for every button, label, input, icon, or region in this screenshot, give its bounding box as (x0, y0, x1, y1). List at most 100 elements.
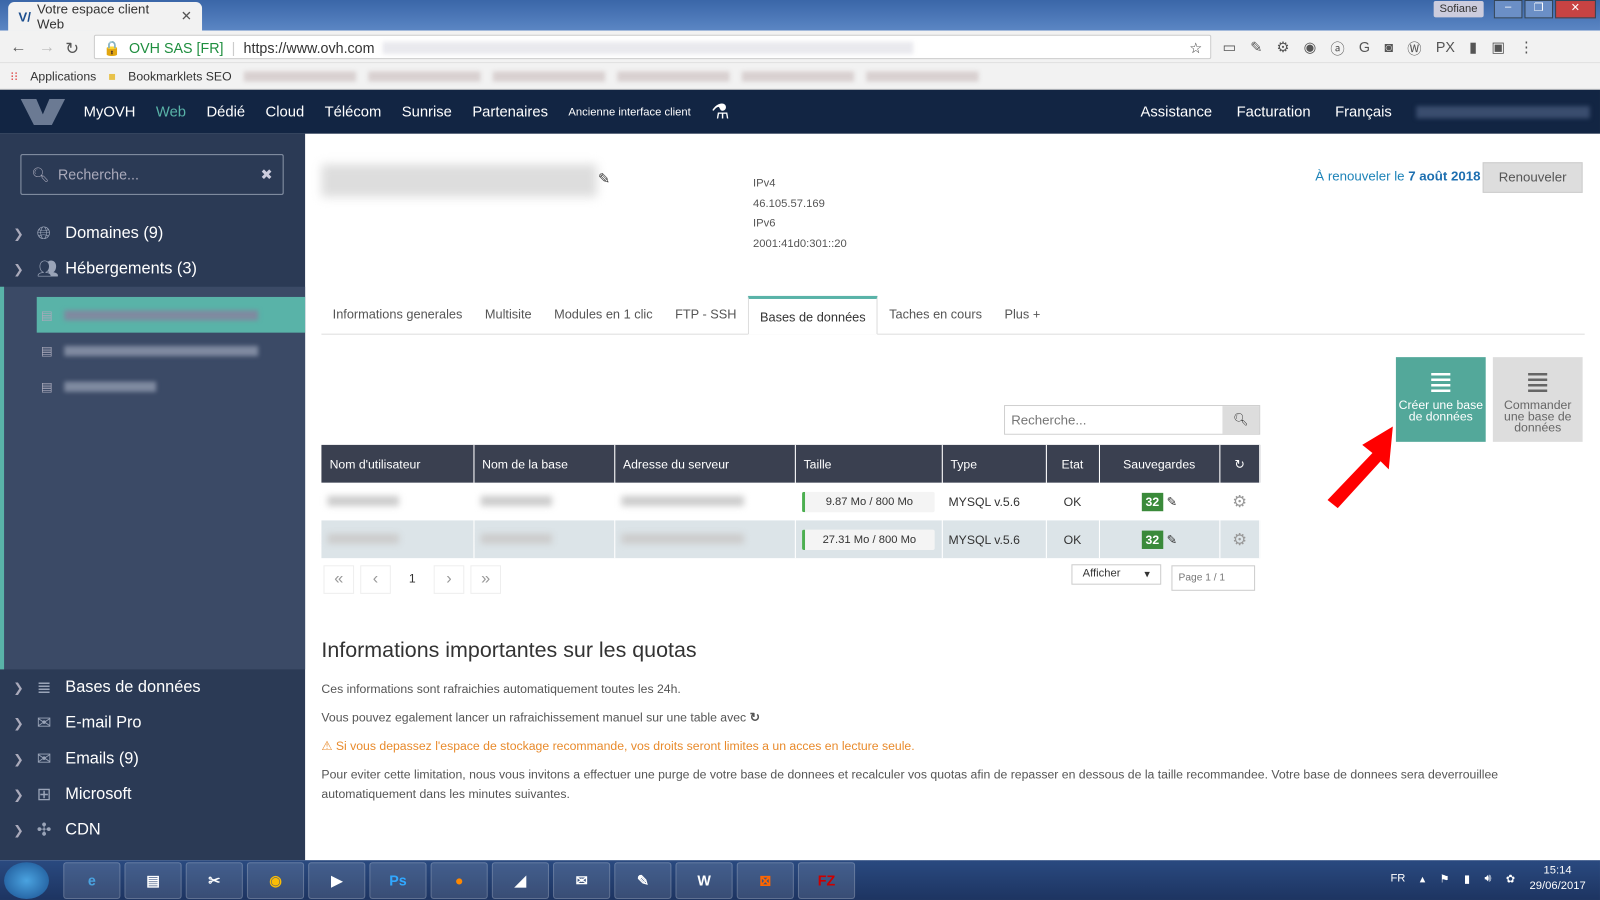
notepad-icon[interactable]: ✎ (614, 861, 672, 899)
browser-tab[interactable]: V/Votre espace client Web ✕ (8, 1, 203, 32)
chrome-icon[interactable]: ◉ (246, 861, 305, 899)
show-hidden-icons[interactable]: ▴ (1420, 872, 1426, 885)
search-button[interactable]: 🔍︎ (1222, 406, 1260, 434)
nav-sunrise[interactable]: Sunrise (402, 104, 452, 120)
sidebar-item-emails[interactable]: ❯ ✉ Emails (9) (0, 741, 305, 777)
tab-more[interactable]: Plus + (993, 296, 1051, 334)
col-backups[interactable]: Sauvegardes (1098, 444, 1220, 483)
tab-tasks[interactable]: Taches en cours (878, 296, 993, 334)
tab-informations[interactable]: Informations generales (321, 296, 473, 334)
close-tab-icon[interactable]: ✕ (181, 8, 192, 24)
back-icon[interactable]: ← (10, 39, 26, 57)
col-state[interactable]: Etat (1045, 444, 1100, 483)
maximize-button[interactable]: ❐ (1524, 0, 1554, 19)
sidebar-item-email-pro[interactable]: ❯ ✉ E-mail Pro (0, 705, 305, 741)
xampp-icon[interactable]: ⊠ (736, 861, 794, 899)
network-icon[interactable]: ▮ (1464, 872, 1470, 885)
flask-icon[interactable]: ⚗ (711, 99, 729, 125)
sidebar-item-microsoft[interactable]: ❯ ⊞ Microsoft (0, 777, 305, 813)
col-dbname[interactable]: Nom de la base (473, 444, 615, 483)
ie-icon[interactable]: e (63, 861, 121, 899)
table-search-input[interactable] (1005, 406, 1223, 434)
translate-icon[interactable]: G (1359, 39, 1370, 59)
word-icon[interactable]: W (675, 861, 733, 899)
tab-modules[interactable]: Modules en 1 clic (543, 296, 664, 334)
col-username[interactable]: Nom d'utilisateur (321, 444, 474, 483)
sidebar-search-input[interactable]: 🔍︎ Recherche... ✖ (20, 154, 284, 195)
tab-multisite[interactable]: Multisite (474, 296, 543, 334)
gear-icon[interactable]: ⚙ (1219, 482, 1261, 521)
hosting-item[interactable]: ▤ (36, 296, 306, 333)
forward-icon[interactable]: → (39, 39, 55, 57)
app-icon[interactable]: ◢ (491, 861, 549, 899)
col-size[interactable]: Taille (794, 444, 943, 483)
close-window-button[interactable]: ✕ (1555, 0, 1596, 19)
create-database-button[interactable]: ≣ Créer une base de données (1395, 357, 1486, 442)
star-icon[interactable]: ☆ (1189, 40, 1202, 56)
nav-web[interactable]: Web (156, 104, 186, 120)
app-icon[interactable]: ✂ (185, 861, 243, 899)
page-number[interactable]: 1 (397, 565, 428, 594)
start-button[interactable] (4, 861, 49, 899)
col-server[interactable]: Adresse du serveur (614, 444, 796, 483)
menu-icon[interactable]: ⋮ (1519, 39, 1533, 59)
minimize-button[interactable]: – (1493, 0, 1523, 19)
prev-page-button[interactable]: ‹ (360, 565, 391, 594)
order-database-button[interactable]: ≣ Commander une base de données (1492, 357, 1583, 442)
url-input[interactable]: 🔒 OVH SAS [FR] | https://www.ovh.com ☆ (93, 34, 1212, 60)
chart-icon[interactable]: ▮ (1469, 39, 1477, 59)
camera-icon[interactable]: ◙ (1384, 39, 1393, 59)
screen-icon[interactable]: ▣ (1491, 39, 1505, 59)
tab-ftp-ssh[interactable]: FTP - SSH (664, 296, 748, 334)
language-indicator[interactable]: FR (1390, 872, 1405, 884)
thunderbird-icon[interactable]: ✉ (553, 861, 611, 899)
extension-icon[interactable]: ⓐ (1330, 39, 1344, 59)
account-menu[interactable] (1416, 105, 1590, 118)
media-icon[interactable]: ▶ (308, 861, 366, 899)
backups-badge[interactable]: 32 (1141, 530, 1164, 549)
col-type[interactable]: Type (941, 444, 1047, 483)
reload-icon[interactable]: ↻ (65, 39, 79, 59)
nav-telecom[interactable]: Télécom (325, 104, 382, 120)
sidebar-item-databases[interactable]: ❯ ≣ Bases de données (0, 669, 305, 705)
legacy-interface-link[interactable]: Ancienne interface client (568, 106, 690, 118)
app-tray-icon[interactable]: ✿ (1506, 872, 1515, 885)
sidebar-item-cdn[interactable]: ❯ ✣ CDN (0, 812, 305, 848)
flag-icon[interactable]: ⚑ (1440, 872, 1450, 885)
nav-dedie[interactable]: Dédié (206, 104, 245, 120)
firefox-icon[interactable]: ● (430, 861, 488, 899)
nav-partenaires[interactable]: Partenaires (472, 104, 548, 120)
sidebar-item-hebergements[interactable]: ❯ 👥︎ Hébergements (3) (0, 251, 305, 287)
first-page-button[interactable]: « (323, 565, 355, 594)
nav-cloud[interactable]: Cloud (266, 104, 305, 120)
renew-button[interactable]: Renouveler (1482, 162, 1583, 193)
edit-icon[interactable]: ✎ (1167, 494, 1177, 508)
refresh-icon[interactable]: ↻ (1219, 444, 1261, 483)
nav-language[interactable]: Français (1335, 104, 1392, 120)
nav-myovh[interactable]: MyOVH (84, 104, 136, 120)
clear-icon[interactable]: ✖ (260, 166, 272, 182)
volume-icon[interactable]: 🔊︎ (1484, 872, 1491, 885)
last-page-button[interactable]: » (470, 565, 502, 594)
profile-chip[interactable]: Sofiane (1433, 1, 1484, 18)
filezilla-icon[interactable]: FZ (797, 861, 856, 899)
gear-icon[interactable]: ⚙ (1219, 520, 1261, 559)
pencil-icon[interactable]: ✎ (598, 170, 610, 187)
page-size-select[interactable]: Afficher ▾ (1071, 564, 1162, 585)
hosting-item[interactable]: ▤ (37, 368, 305, 404)
extension-icon[interactable]: PX (1436, 39, 1455, 59)
ovh-logo[interactable] (20, 98, 66, 125)
bookmark-folder[interactable]: Bookmarklets SEO (128, 69, 231, 83)
gear-icon[interactable]: ⚙ (1276, 39, 1289, 59)
eyedropper-icon[interactable]: ✎ (1250, 39, 1262, 59)
next-page-button[interactable]: › (433, 565, 465, 594)
explorer-icon[interactable]: ▤ (124, 861, 182, 899)
extension-icon[interactable]: ◉ (1304, 39, 1316, 59)
photoshop-icon[interactable]: Ps (369, 861, 427, 899)
nav-assistance[interactable]: Assistance (1141, 104, 1213, 120)
hosting-item[interactable]: ▤ (37, 333, 305, 369)
nav-facturation[interactable]: Facturation (1237, 104, 1311, 120)
tab-databases[interactable]: Bases de données (747, 295, 878, 335)
backups-badge[interactable]: 32 (1141, 492, 1164, 511)
wordpress-icon[interactable]: Ⓦ (1407, 39, 1421, 59)
